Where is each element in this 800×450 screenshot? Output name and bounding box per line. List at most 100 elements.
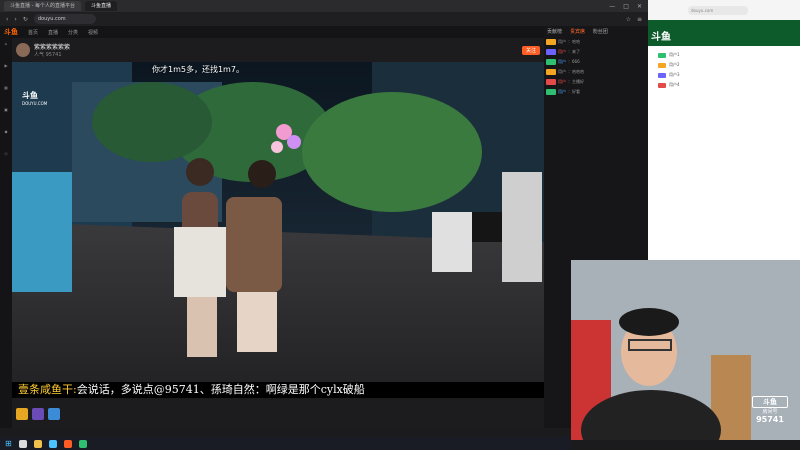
chat-user[interactable]: 用户 bbox=[558, 89, 566, 95]
chat-tabs: 贡献榜 贵宾席 粉丝团 bbox=[544, 26, 648, 37]
chat-message: 用户 ：哈哈哈 bbox=[544, 67, 648, 77]
badge-icon bbox=[658, 62, 666, 68]
secondary-banner: 斗鱼 bbox=[648, 20, 800, 46]
browser-tabbar: 斗鱼直播 - 每个人的直播平台 斗鱼直播 — □ ✕ bbox=[0, 0, 648, 12]
viewer-count: 人气 95741 bbox=[34, 52, 62, 58]
nav-item[interactable]: 直播 bbox=[48, 29, 58, 36]
chat-text: ：来了 bbox=[568, 49, 580, 54]
chat-user[interactable]: 用户 bbox=[558, 59, 566, 65]
chat-message: 用户 ：主播好 bbox=[544, 77, 648, 87]
douyu-watermark: 斗鱼 DOUYU.COM bbox=[22, 91, 48, 106]
gift-icon[interactable] bbox=[16, 408, 28, 420]
tab-vip[interactable]: 贵宾席 bbox=[567, 26, 588, 37]
secondary-banner-label: 斗鱼 bbox=[651, 32, 671, 43]
chat-text: ：666 bbox=[568, 59, 580, 64]
search-icon[interactable] bbox=[18, 439, 27, 448]
chat-message: 用户 ：666 bbox=[544, 57, 648, 67]
star-icon[interactable]: ☆ bbox=[626, 16, 631, 23]
chat-message: 用户 ：好看 bbox=[544, 87, 648, 97]
chat-text: ：主播好 bbox=[568, 79, 584, 84]
back-icon[interactable]: ‹ bbox=[6, 16, 8, 23]
chat-user[interactable]: 用户 bbox=[558, 39, 566, 45]
badge-icon bbox=[658, 82, 666, 88]
list-item: 用户4 bbox=[648, 80, 800, 90]
folder-icon[interactable] bbox=[33, 439, 42, 448]
secondary-address-input[interactable]: douyu.com bbox=[688, 5, 748, 15]
badge-icon bbox=[658, 72, 666, 78]
game-icon[interactable]: ◆ bbox=[0, 126, 12, 148]
home-icon[interactable]: ⌂ bbox=[0, 38, 12, 60]
nav-item[interactable]: 视频 bbox=[88, 29, 98, 36]
video-icon[interactable]: ▣ bbox=[0, 104, 12, 126]
app-icon[interactable] bbox=[78, 439, 87, 448]
level-badge-icon bbox=[546, 59, 556, 65]
maximize-button[interactable]: □ bbox=[623, 3, 629, 10]
window-controls: — □ ✕ bbox=[609, 3, 648, 10]
chat-text: ：哈哈 bbox=[568, 39, 580, 44]
stream-info: 紫紫紫紫紫紫 人气 95741 bbox=[34, 42, 70, 58]
browser-icon[interactable] bbox=[48, 439, 57, 448]
stream-header: 紫紫紫紫紫紫 人气 95741 关注 bbox=[12, 38, 544, 62]
nav-item[interactable]: 首页 bbox=[28, 29, 38, 36]
nav-item[interactable]: 分类 bbox=[68, 29, 78, 36]
chat-text: ：好看 bbox=[568, 89, 580, 94]
follow-button[interactable]: 关注 bbox=[521, 45, 540, 55]
chat-message: 用户 ：来了 bbox=[544, 47, 648, 57]
address-toolbar: ‹ › ↻ douyu.com ☆ ≡ bbox=[0, 12, 648, 26]
gift-bar bbox=[12, 398, 544, 428]
category-icon[interactable]: ▦ bbox=[0, 82, 12, 104]
video-caption: 你才1m5多，还找1m7。 bbox=[152, 65, 244, 74]
secondary-window: douyu.com 斗鱼 用户1 用户2 用户3 用户4 bbox=[648, 0, 800, 260]
close-button[interactable]: ✕ bbox=[637, 3, 642, 10]
chat-text: ：哈哈哈 bbox=[568, 69, 584, 74]
minimize-button[interactable]: — bbox=[609, 3, 615, 10]
danmu-user: 壹条咸鱼干: bbox=[18, 383, 77, 396]
secondary-toolbar: douyu.com bbox=[648, 0, 800, 20]
windows-start-icon[interactable]: ⊞ bbox=[5, 439, 12, 448]
level-badge-icon bbox=[546, 79, 556, 85]
chat-list: 用户 ：哈哈 用户 ：来了 用户 ：666 用户 ：哈哈哈 用户 ：主播好 用户 ：好看 bbox=[544, 37, 648, 97]
list-item-label[interactable]: 用户1 bbox=[669, 52, 680, 58]
chat-user[interactable]: 用户 bbox=[558, 69, 566, 75]
level-badge-icon bbox=[546, 49, 556, 55]
live-icon[interactable]: ▶ bbox=[0, 60, 12, 82]
fish-icon[interactable]: ◇ bbox=[0, 148, 12, 170]
stream-title: 紫紫紫紫紫紫 bbox=[34, 44, 71, 51]
badge-icon bbox=[658, 52, 666, 58]
secondary-list: 用户1 用户2 用户3 用户4 bbox=[648, 50, 800, 90]
site-logo[interactable]: 斗鱼 bbox=[4, 27, 18, 37]
left-sidebar: ⌂ ▶ ▦ ▣ ◆ ◇ bbox=[0, 38, 12, 428]
level-badge-icon bbox=[546, 89, 556, 95]
forward-icon[interactable]: › bbox=[14, 16, 16, 23]
video-player[interactable]: 你才1m5多，还找1m7。 斗鱼 DOUYU.COM bbox=[12, 62, 544, 382]
gift-icon[interactable] bbox=[32, 408, 44, 420]
browser-tab[interactable]: 斗鱼直播 - 每个人的直播平台 bbox=[4, 1, 81, 11]
room-logo: 斗鱼 房间号 95741 bbox=[752, 396, 788, 430]
list-item-label[interactable]: 用户2 bbox=[669, 62, 680, 68]
danmu-subtitle-bar: 壹条咸鱼干:会说话，多说点@95741、孫琦自然：啊绿是那个cylx破船 bbox=[12, 382, 544, 398]
toolbar-icons: ☆ ≡ bbox=[626, 16, 642, 23]
browser-tab-active[interactable]: 斗鱼直播 bbox=[84, 1, 117, 11]
list-item: 用户2 bbox=[648, 60, 800, 70]
chat-user[interactable]: 用户 bbox=[558, 49, 566, 55]
level-badge-icon bbox=[546, 39, 556, 45]
gift-icon[interactable] bbox=[48, 408, 60, 420]
level-badge-icon bbox=[546, 69, 556, 75]
refresh-icon[interactable]: ↻ bbox=[23, 16, 28, 23]
address-input[interactable]: douyu.com bbox=[33, 14, 96, 24]
danmu-text: 会说话，多说点@95741、孫琦自然：啊绿是那个cylx破船 bbox=[76, 383, 365, 396]
douyu-app-icon[interactable] bbox=[63, 439, 72, 448]
list-item: 用户3 bbox=[648, 70, 800, 80]
list-item-label[interactable]: 用户4 bbox=[669, 82, 680, 88]
tab-contribution[interactable]: 贡献榜 bbox=[544, 26, 565, 37]
list-item-label[interactable]: 用户3 bbox=[669, 72, 680, 78]
list-item: 用户1 bbox=[648, 50, 800, 60]
video-frame bbox=[12, 62, 544, 382]
avatar[interactable] bbox=[16, 43, 30, 57]
chat-message: 用户 ：哈哈 bbox=[544, 37, 648, 47]
menu-icon[interactable]: ≡ bbox=[637, 16, 642, 23]
chat-user[interactable]: 用户 bbox=[558, 79, 566, 85]
taskbar: ⊞ bbox=[0, 437, 571, 450]
tab-fans[interactable]: 粉丝团 bbox=[590, 26, 611, 37]
screen: 斗鱼直播 - 每个人的直播平台 斗鱼直播 — □ ✕ ‹ › ↻ douyu.c… bbox=[0, 0, 800, 450]
